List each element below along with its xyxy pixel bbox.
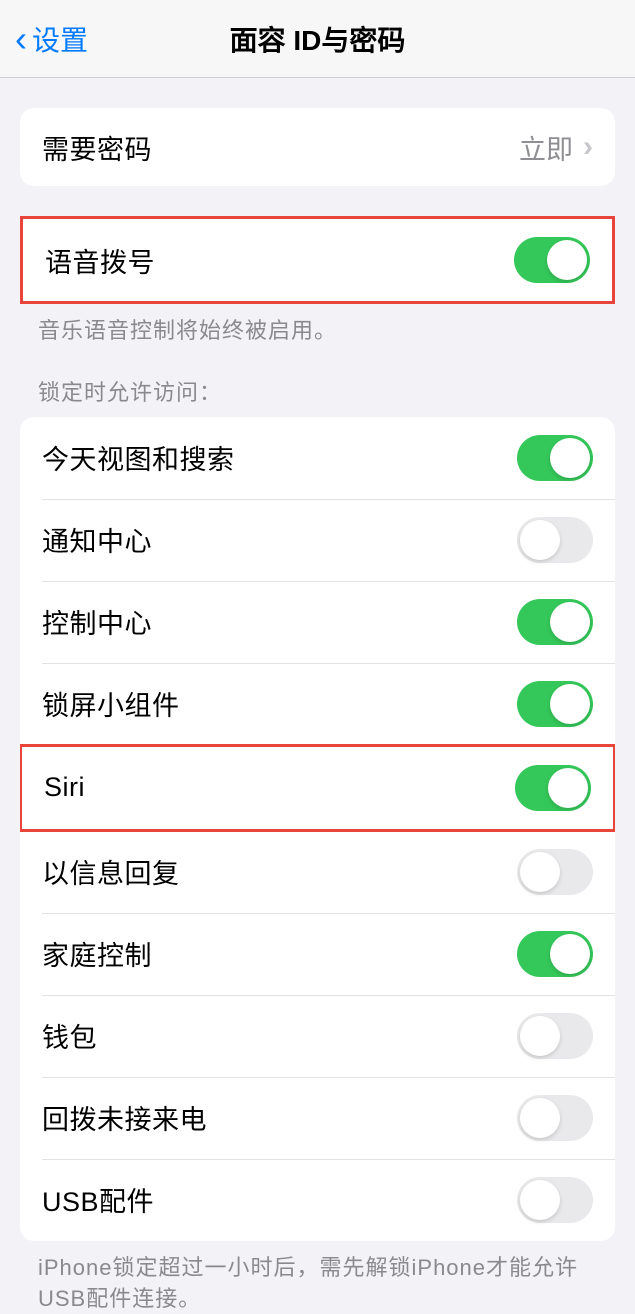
row-reply-message: 以信息回复 [20,831,615,913]
row-today-view: 今天视图和搜索 [20,417,615,499]
lock-widgets-toggle[interactable] [517,681,593,727]
row-siri: Siri [20,744,615,832]
notification-center-label: 通知中心 [42,520,517,559]
toggle-knob [550,934,590,974]
toggle-knob [547,240,587,280]
row-voice-dial: 语音拨号 [23,219,612,301]
locked-access-header: 锁定时允许访问： [0,347,635,417]
siri-label: Siri [44,772,515,803]
wallet-toggle[interactable] [517,1013,593,1059]
require-passcode-value: 立即 [519,128,573,167]
voice-dial-toggle[interactable] [514,237,590,283]
reply-message-toggle[interactable] [517,849,593,895]
toggle-knob [550,602,590,642]
back-label: 设置 [32,19,88,59]
siri-toggle[interactable] [515,765,591,811]
nav-bar: ‹ 设置 面容 ID与密码 [0,0,635,78]
usb-toggle[interactable] [517,1177,593,1223]
row-return-call: 回拨未接来电 [20,1077,615,1159]
toggle-knob [550,684,590,724]
chevron-right-icon: › [583,130,593,164]
toggle-knob [550,438,590,478]
row-require-passcode[interactable]: 需要密码 立即 › [20,108,615,186]
notification-center-toggle[interactable] [517,517,593,563]
row-control-center: 控制中心 [20,581,615,663]
return-call-label: 回拨未接来电 [42,1098,517,1137]
group-locked-access: 今天视图和搜索 通知中心 控制中心 锁屏小组件 Siri [20,417,615,1241]
home-control-toggle[interactable] [517,931,593,977]
return-call-toggle[interactable] [517,1095,593,1141]
row-usb: USB配件 [20,1159,615,1241]
voice-dial-label: 语音拨号 [45,241,514,280]
home-control-label: 家庭控制 [42,934,517,973]
reply-message-label: 以信息回复 [42,852,517,891]
toggle-knob [520,1180,560,1220]
group-passcode: 需要密码 立即 › [20,108,615,186]
chevron-left-icon: ‹ [15,21,27,57]
lock-widgets-label: 锁屏小组件 [42,684,517,723]
toggle-knob [520,852,560,892]
voice-dial-footer: 音乐语音控制将始终被启用。 [0,304,635,347]
toggle-knob [548,768,588,808]
today-view-toggle[interactable] [517,435,593,481]
control-center-toggle[interactable] [517,599,593,645]
usb-label: USB配件 [42,1180,517,1219]
row-home-control: 家庭控制 [20,913,615,995]
toggle-knob [520,520,560,560]
row-lock-widgets: 锁屏小组件 [20,663,615,745]
control-center-label: 控制中心 [42,602,517,641]
page-title: 面容 ID与密码 [230,19,406,59]
today-view-label: 今天视图和搜索 [42,438,517,477]
wallet-label: 钱包 [42,1016,517,1055]
require-passcode-label: 需要密码 [42,128,519,167]
row-notification-center: 通知中心 [20,499,615,581]
usb-footer: iPhone锁定超过一小时后，需先解锁iPhone才能允许USB配件连接。 [0,1241,635,1314]
toggle-knob [520,1016,560,1056]
back-button[interactable]: ‹ 设置 [15,19,88,59]
toggle-knob [520,1098,560,1138]
row-wallet: 钱包 [20,995,615,1077]
group-voice-dial: 语音拨号 [20,216,615,304]
